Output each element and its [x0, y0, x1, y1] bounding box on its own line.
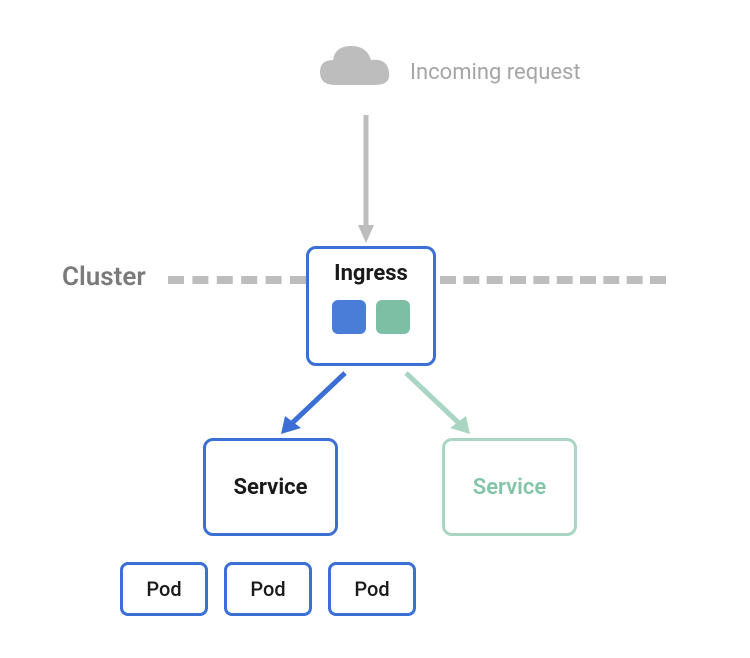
service-box-secondary: Service	[442, 438, 577, 536]
cluster-boundary-left	[168, 276, 306, 284]
cluster-label: Cluster	[62, 262, 146, 292]
pod-box: Pod	[328, 562, 416, 616]
route-chip-blue	[332, 300, 366, 334]
arrow-cloud-to-ingress	[356, 115, 376, 249]
arrow-ingress-to-service-blue	[275, 368, 355, 447]
pod-box: Pod	[120, 562, 208, 616]
ingress-box: Ingress	[306, 246, 436, 366]
service-label-secondary: Service	[473, 475, 546, 500]
ingress-title: Ingress	[334, 261, 408, 286]
arrow-ingress-to-service-green	[396, 368, 476, 447]
service-label-primary: Service	[234, 475, 308, 500]
cluster-boundary-right	[440, 276, 666, 284]
pods-row: Pod Pod Pod	[120, 562, 416, 616]
ingress-route-chips	[332, 300, 410, 334]
incoming-request-label: Incoming request	[410, 60, 581, 85]
pod-box: Pod	[224, 562, 312, 616]
cloud-icon	[315, 40, 395, 99]
route-chip-green	[376, 300, 410, 334]
service-box-primary: Service	[203, 438, 338, 536]
